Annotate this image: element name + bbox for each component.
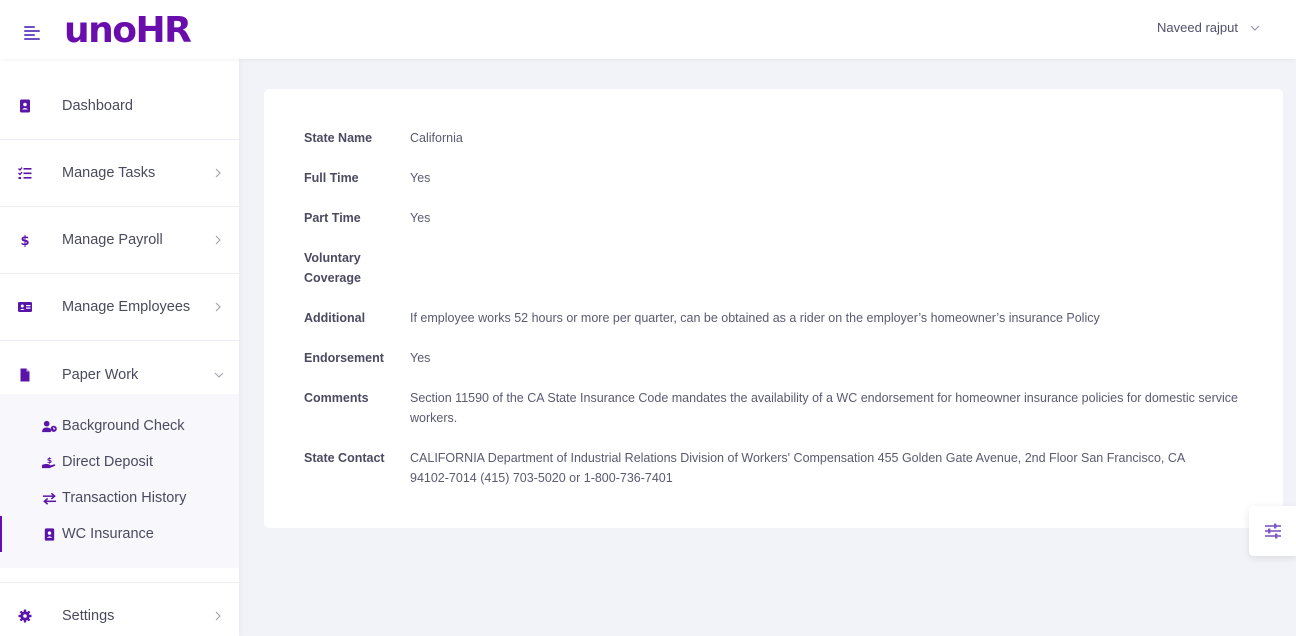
detail-value: If employee works 52 hours or more per q…: [410, 311, 1100, 325]
sidebar-item-dashboard[interactable]: Dashboard: [0, 73, 239, 140]
contact-book-icon: [41, 527, 57, 541]
sidebar-item-label: Manage Payroll: [62, 232, 163, 248]
sidebar-item-label: Settings: [62, 608, 115, 624]
detail-value: CALIFORNIA Department of Industrial Rela…: [410, 451, 1185, 485]
sidebar-subitem-label: Background Check: [62, 418, 185, 434]
svg-text:$: $: [20, 234, 29, 247]
sidebar-item-manage-employees[interactable]: Manage Employees: [0, 274, 239, 341]
sidebar-item-label: Dashboard: [62, 98, 133, 114]
sidebar: Dashboard Manage Tasks $ Manage Payroll …: [0, 59, 239, 636]
exchange-arrows-icon: [41, 491, 57, 505]
detail-label: State Name: [304, 131, 373, 145]
sidebar-item-manage-tasks[interactable]: Manage Tasks: [0, 140, 239, 207]
sidebar-subitem-label: WC Insurance: [62, 526, 154, 542]
task-list-icon: [18, 166, 32, 180]
user-clock-icon: [41, 419, 57, 433]
chevron-right-icon: [215, 235, 221, 245]
chevron-right-icon: [215, 168, 221, 178]
detail-label: Comments: [304, 391, 369, 405]
gear-icon: [18, 609, 32, 623]
sidebar-subitem-label: Direct Deposit: [62, 454, 154, 470]
contact-book-icon: [18, 99, 32, 113]
detail-value: Yes: [410, 171, 431, 185]
detail-label: Full Time: [304, 171, 359, 185]
user-menu[interactable]: Naveed rajput: [1157, 20, 1260, 35]
detail-label: Voluntary Coverage: [304, 251, 361, 285]
menu-toggle-icon[interactable]: [24, 24, 42, 42]
user-name: Naveed rajput: [1157, 20, 1238, 35]
sidebar-item-label: Manage Employees: [62, 299, 191, 315]
sliders-icon: [1265, 523, 1281, 539]
wc-insurance-details-card: State Name California Full Time Yes Part…: [264, 89, 1283, 528]
app-logo[interactable]: unoHR: [64, 9, 192, 53]
sidebar-subitem-label: Transaction History: [62, 490, 187, 506]
detail-label: State Contact: [304, 451, 385, 465]
sidebar-item-label: Paper Work: [62, 366, 139, 383]
customizer-toggle-button[interactable]: [1249, 506, 1296, 556]
sidebar-subitem-direct-deposit[interactable]: $ Direct Deposit: [0, 444, 239, 480]
id-card-icon: [18, 300, 32, 314]
paperwork-submenu: Background Check $ Direct Deposit Transa…: [0, 394, 239, 568]
top-header: unoHR Naveed rajput: [0, 0, 1296, 59]
svg-text:$: $: [46, 456, 51, 465]
sidebar-item-label: Manage Tasks: [62, 165, 156, 181]
chevron-down-icon: [1250, 25, 1260, 31]
chevron-right-icon: [215, 302, 221, 312]
sidebar-item-manage-payroll[interactable]: $ Manage Payroll: [0, 207, 239, 274]
sidebar-item-settings[interactable]: Settings: [0, 583, 239, 636]
dollar-icon: $: [18, 233, 32, 247]
detail-value: Yes: [410, 351, 431, 365]
chevron-right-icon: [215, 611, 221, 621]
detail-value: Yes: [410, 211, 431, 225]
detail-value: Section 11590 of the CA State Insurance …: [410, 391, 1238, 425]
hand-holding-money-icon: $: [41, 455, 57, 469]
sidebar-subitem-transaction-history[interactable]: Transaction History: [0, 480, 239, 516]
sidebar-subitem-wc-insurance[interactable]: WC Insurance: [0, 516, 239, 552]
document-icon: [18, 368, 32, 382]
detail-label: Endorsement: [304, 351, 384, 365]
sidebar-subitem-background-check[interactable]: Background Check: [0, 408, 239, 444]
detail-label: Additional: [304, 311, 366, 325]
detail-value: California: [410, 131, 463, 145]
detail-label: Part Time: [304, 211, 361, 225]
chevron-down-icon: [214, 372, 224, 378]
